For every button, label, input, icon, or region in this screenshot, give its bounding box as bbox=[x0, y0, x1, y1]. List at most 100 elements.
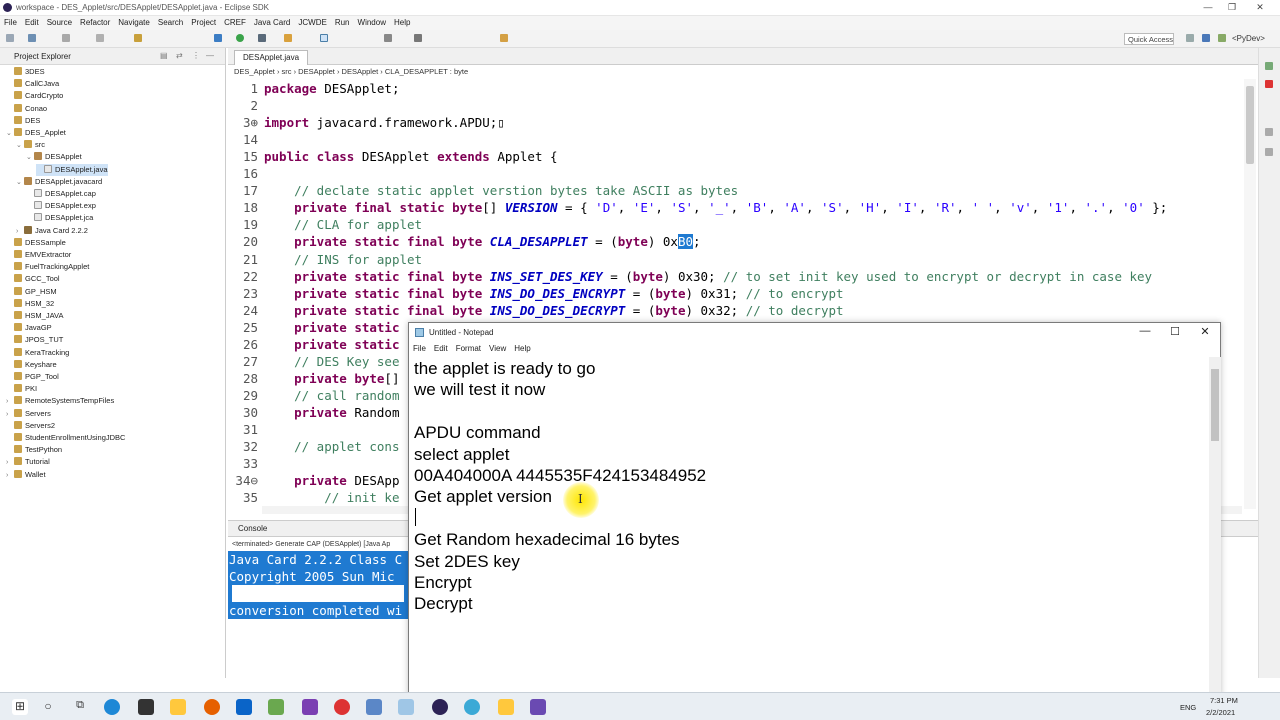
expand-arrow-icon[interactable]: ⌄ bbox=[16, 140, 24, 152]
notepad-close-button[interactable]: ✕ bbox=[1193, 325, 1217, 338]
tree-item[interactable]: › Wallet bbox=[6, 469, 46, 481]
collapse-all-icon[interactable]: ▤ bbox=[160, 51, 168, 60]
tree-item[interactable]: › Servers bbox=[6, 408, 51, 420]
file-explorer-icon[interactable] bbox=[170, 699, 186, 715]
menu-item-project[interactable]: Project bbox=[187, 16, 220, 27]
toggle-mark-icon[interactable] bbox=[320, 34, 328, 42]
back-icon[interactable] bbox=[500, 34, 508, 42]
tree-item[interactable]: Conao bbox=[6, 103, 47, 115]
tree-item[interactable]: Servers2 bbox=[6, 420, 55, 432]
notepad-menu-view[interactable]: View bbox=[485, 341, 510, 353]
external-tools-icon[interactable] bbox=[258, 34, 266, 42]
expand-arrow-icon[interactable]: ⌄ bbox=[6, 128, 14, 140]
expand-arrow-icon[interactable]: › bbox=[6, 470, 14, 482]
app4-icon[interactable] bbox=[530, 699, 546, 715]
search-icon[interactable]: ○ bbox=[40, 699, 56, 715]
run-icon[interactable] bbox=[236, 34, 244, 42]
print-icon[interactable] bbox=[62, 34, 70, 42]
tree-item[interactable]: GP_HSM bbox=[6, 286, 57, 298]
tree-item[interactable]: 3DES bbox=[6, 66, 45, 78]
clock-time[interactable]: 7:31 PM bbox=[1210, 696, 1238, 705]
app2-icon[interactable] bbox=[366, 699, 382, 715]
code-line[interactable]: private static final byte CLA_DESAPPLET … bbox=[264, 234, 701, 250]
code-line[interactable]: private static bbox=[264, 337, 399, 352]
code-line[interactable]: // INS for applet bbox=[264, 252, 422, 267]
search-icon[interactable] bbox=[384, 34, 392, 42]
app-icon[interactable] bbox=[334, 699, 350, 715]
code-line[interactable]: private Random bbox=[264, 405, 399, 420]
app3-icon[interactable] bbox=[464, 699, 480, 715]
close-button[interactable]: ✕ bbox=[1250, 2, 1270, 13]
menu-item-source[interactable]: Source bbox=[43, 16, 76, 27]
code-line[interactable]: // applet cons bbox=[264, 439, 399, 454]
outline-icon[interactable] bbox=[1265, 62, 1273, 70]
notepad-taskbar-icon[interactable] bbox=[398, 699, 414, 715]
clock-date[interactable]: 2/2/2021 bbox=[1206, 708, 1235, 717]
task-list-icon[interactable] bbox=[1265, 128, 1273, 136]
open-perspective-icon[interactable] bbox=[1186, 34, 1194, 42]
tree-item[interactable]: GCC_Tool bbox=[6, 273, 60, 285]
expand-arrow-icon[interactable]: › bbox=[6, 457, 14, 469]
code-line[interactable]: // CLA for applet bbox=[264, 217, 422, 232]
menu-item-refactor[interactable]: Refactor bbox=[76, 16, 114, 27]
notepad-menu-edit[interactable]: Edit bbox=[430, 341, 452, 353]
view-menu-icon[interactable]: ⋮ bbox=[192, 51, 200, 60]
tree-item[interactable]: JPOS_TUT bbox=[6, 334, 63, 346]
tree-item[interactable]: DESApplet.exp bbox=[26, 200, 96, 212]
code-line[interactable]: // declate static applet verstion bytes … bbox=[264, 183, 738, 198]
outlook-icon[interactable] bbox=[236, 699, 252, 715]
task-view-icon[interactable]: ⧉ bbox=[72, 699, 88, 715]
expand-arrow-icon[interactable]: › bbox=[16, 226, 24, 238]
tree-item[interactable]: TestPython bbox=[6, 444, 62, 456]
tree-item[interactable]: EMVExtractor bbox=[6, 249, 71, 261]
tree-item[interactable]: PGP_Tool bbox=[6, 371, 59, 383]
code-line[interactable]: private byte[] bbox=[264, 371, 399, 386]
overview-icon[interactable] bbox=[1265, 148, 1273, 156]
tree-item[interactable]: Keyshare bbox=[6, 359, 57, 371]
code-line[interactable]: private static final byte INS_DO_DES_DEC… bbox=[264, 303, 843, 318]
visual-studio-icon[interactable] bbox=[302, 699, 318, 715]
folder-icon[interactable] bbox=[498, 699, 514, 715]
tree-item[interactable]: › Java Card 2.2.2 bbox=[16, 225, 88, 237]
tree-item[interactable]: DESSample bbox=[6, 237, 66, 249]
tree-item[interactable]: ⌄ DESApplet.javacard bbox=[16, 176, 102, 188]
tree-item[interactable]: ⌄ DESApplet bbox=[26, 151, 82, 163]
breadcrumb[interactable]: DES_Applet › src › DESApplet › DESApplet… bbox=[228, 65, 1258, 79]
notepad-window[interactable]: Untitled - Notepad — ☐ ✕ File Edit Format V… bbox=[408, 322, 1221, 696]
expand-arrow-icon[interactable]: ⌄ bbox=[16, 177, 24, 189]
start-icon[interactable]: ⊞ bbox=[12, 699, 28, 715]
code-line[interactable]: // DES Key see bbox=[264, 354, 399, 369]
menu-item-help[interactable]: Help bbox=[390, 16, 414, 27]
next-annotation-icon[interactable] bbox=[414, 34, 422, 42]
eclipse-taskbar-icon[interactable] bbox=[432, 699, 448, 715]
tree-item[interactable]: ⌄ src bbox=[16, 139, 45, 151]
new-java-project-icon[interactable] bbox=[284, 34, 292, 42]
menu-item-jcwde[interactable]: JCWDE bbox=[294, 16, 330, 27]
menu-item-file[interactable]: File bbox=[0, 16, 21, 27]
editor-scroll-thumb[interactable] bbox=[1246, 86, 1254, 164]
expand-arrow-icon[interactable]: ⌄ bbox=[26, 152, 34, 164]
tree-item[interactable]: CallCJava bbox=[6, 78, 59, 90]
minimize-view-icon[interactable]: — bbox=[206, 51, 214, 60]
code-line[interactable]: // init ke bbox=[264, 490, 399, 505]
firefox-icon[interactable] bbox=[204, 699, 220, 715]
notepad-scroll-thumb[interactable] bbox=[1211, 369, 1219, 441]
debug-perspective-icon[interactable] bbox=[1218, 34, 1226, 42]
notepad-menu-format[interactable]: Format bbox=[452, 341, 485, 353]
code-line[interactable]: private DESApp bbox=[264, 473, 399, 488]
tree-item[interactable]: StudentEnrollmentUsingJDBC bbox=[6, 432, 125, 444]
menu-item-edit[interactable]: Edit bbox=[21, 16, 43, 27]
tree-item[interactable]: DESApplet.cap bbox=[26, 188, 96, 200]
tree-item[interactable]: PKI bbox=[6, 383, 37, 395]
tree-item[interactable]: › RemoteSystemsTempFiles bbox=[6, 395, 114, 407]
notepadpp-icon[interactable] bbox=[268, 699, 284, 715]
notepad-text-area[interactable]: the applet is ready to go we will test it… bbox=[414, 358, 1204, 694]
link-editor-icon[interactable]: ⇄ bbox=[176, 51, 183, 60]
terminal-icon[interactable] bbox=[96, 34, 104, 42]
menu-item-search[interactable]: Search bbox=[154, 16, 187, 27]
code-line[interactable]: public class DESApplet extends Applet { bbox=[264, 149, 558, 164]
tree-item[interactable]: KeraTracking bbox=[6, 347, 69, 359]
tree-item[interactable]: DES bbox=[6, 115, 40, 127]
code-line[interactable]: private static bbox=[264, 320, 399, 335]
code-line[interactable]: private static final byte INS_SET_DES_KE… bbox=[264, 269, 1152, 284]
